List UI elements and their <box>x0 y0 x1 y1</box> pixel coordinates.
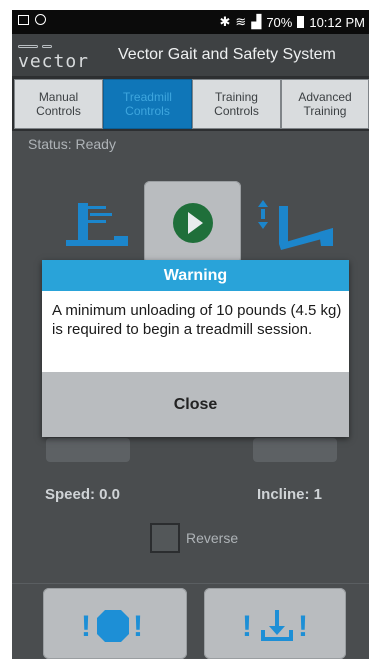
reverse-label: Reverse <box>186 530 239 546</box>
vector-logo: vector <box>14 39 98 72</box>
tab-bar: Manual Controls Treadmill Controls Train… <box>12 77 369 131</box>
close-button[interactable]: Close <box>42 372 349 437</box>
app-title: Vector Gait and Safety System <box>118 46 336 63</box>
bluetooth-icon: ✱ <box>219 14 231 29</box>
image-icon <box>18 14 29 25</box>
reverse-checkbox[interactable] <box>150 523 180 553</box>
svg-text:!: ! <box>81 610 91 643</box>
status-text: Status: Ready <box>28 136 116 152</box>
svg-text:!: ! <box>133 610 143 643</box>
svg-text:!: ! <box>242 610 252 643</box>
emergency-stop-button[interactable]: ! ! <box>43 588 187 659</box>
tab-training-controls[interactable]: Training Controls <box>192 79 281 129</box>
svg-text:!: ! <box>298 610 308 643</box>
incline-readout: Incline: 1 <box>257 486 323 503</box>
dialog-title: Warning <box>42 260 349 291</box>
incline-down-button[interactable] <box>253 438 337 462</box>
speed-readout: Speed: 0.0 <box>45 486 121 503</box>
tab-advanced-training[interactable]: Advanced Training <box>281 79 369 129</box>
divider <box>12 583 369 584</box>
warning-dialog: Warning A minimum unloading of 10 pounds… <box>42 260 349 437</box>
status-bar: ✱ ≋ ▟ 70% 10:12 PM <box>12 10 369 34</box>
tab-treadmill-controls[interactable]: Treadmill Controls <box>103 79 192 129</box>
ring-icon <box>35 14 46 25</box>
wifi-icon: ≋ <box>235 14 247 29</box>
app-header: vector Vector Gait and Safety System <box>12 34 369 77</box>
signal-icon: ▟ <box>251 14 262 29</box>
tab-manual-controls[interactable]: Manual Controls <box>14 79 103 129</box>
unload-button[interactable]: ! ! <box>204 588 346 659</box>
treadmill-speed-icon[interactable] <box>64 198 132 254</box>
logo-text: vector <box>18 51 90 72</box>
clock: 10:12 PM <box>309 14 365 30</box>
speed-down-button[interactable] <box>46 438 130 462</box>
play-icon <box>173 203 213 243</box>
dialog-message: A minimum unloading of 10 pounds (4.5 kg… <box>52 302 342 338</box>
emergency-stop-icon: ! ! <box>81 610 143 643</box>
treadmill-incline-icon[interactable] <box>257 198 335 254</box>
play-button[interactable] <box>144 181 241 264</box>
battery-icon <box>297 16 305 28</box>
unload-icon: ! ! <box>242 610 308 643</box>
battery-percent: 70% <box>266 14 293 30</box>
